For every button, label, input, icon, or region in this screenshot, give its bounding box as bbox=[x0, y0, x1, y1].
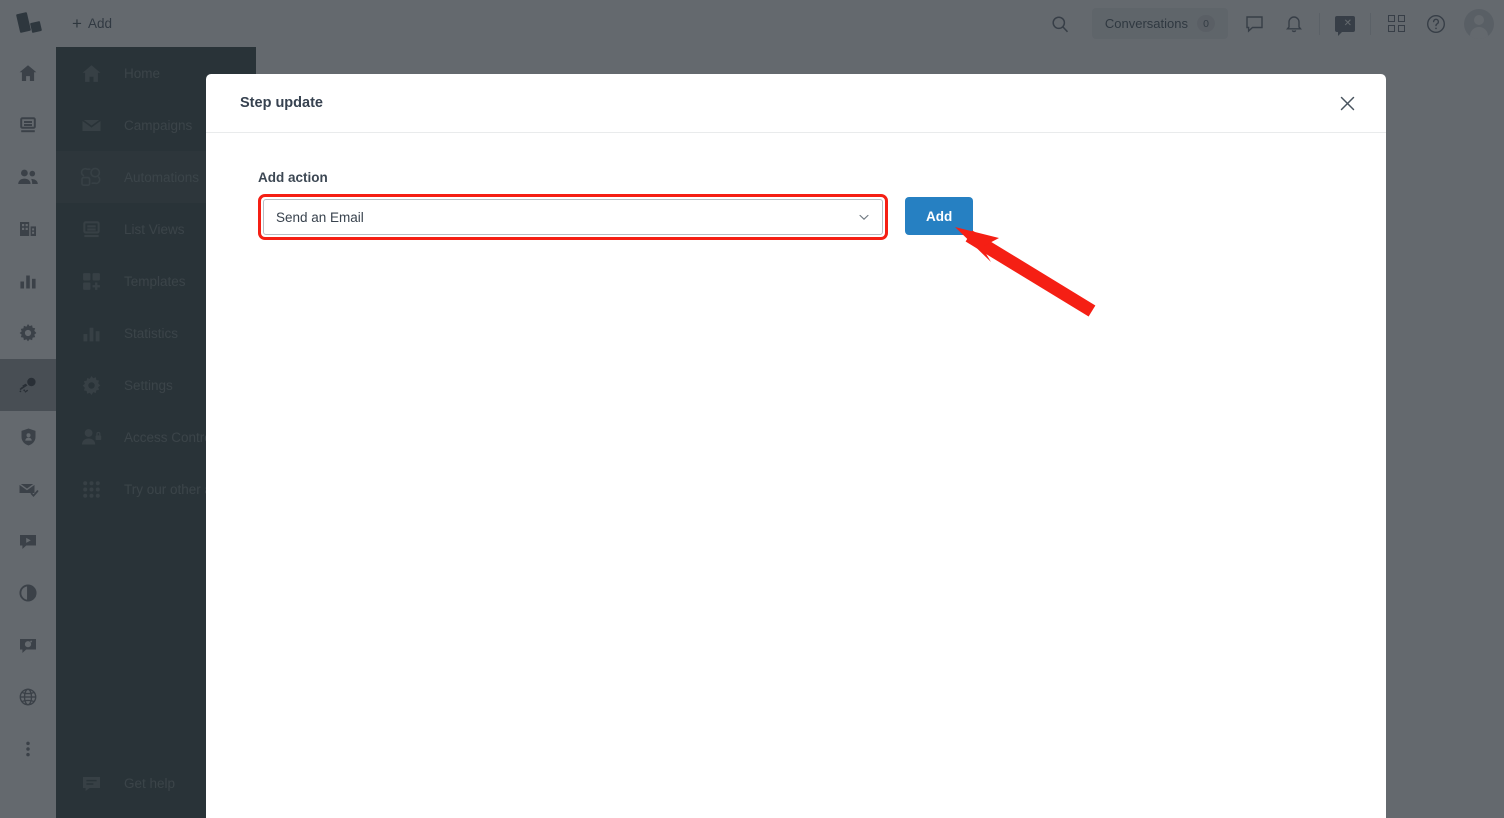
close-icon[interactable] bbox=[1332, 88, 1362, 118]
action-select-highlight: Send an Email bbox=[258, 194, 888, 240]
step-update-modal: Step update Add action Send an Email Add bbox=[206, 74, 1386, 818]
add-action-button[interactable]: Add bbox=[905, 197, 974, 235]
app-root: + Add Conversations 0 bbox=[0, 0, 1504, 818]
modal-header: Step update bbox=[206, 74, 1386, 133]
action-select-value: Send an Email bbox=[276, 209, 364, 225]
chevron-down-icon bbox=[858, 211, 870, 223]
add-action-label: Add action bbox=[258, 170, 328, 185]
modal-body: Add action Send an Email Add bbox=[206, 133, 1386, 240]
modal-title: Step update bbox=[240, 95, 323, 111]
action-select[interactable]: Send an Email bbox=[263, 199, 883, 235]
add-action-row: Send an Email Add bbox=[258, 194, 1386, 240]
